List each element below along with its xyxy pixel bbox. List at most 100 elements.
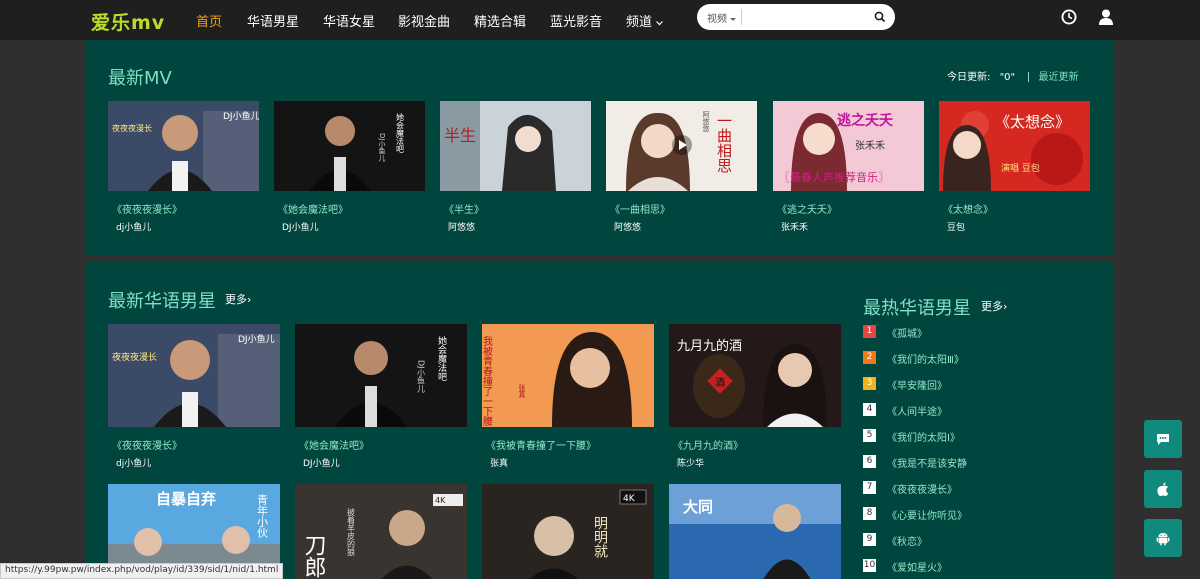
mv-title[interactable]: 《夜夜夜漫长》 xyxy=(112,201,182,216)
android-app-button[interactable] xyxy=(1144,519,1182,557)
thumb-text: 《太想念》 xyxy=(995,113,1070,131)
rank-item[interactable]: 2 《我们的太阳Ⅲ》 xyxy=(863,350,1083,366)
history-icon[interactable] xyxy=(1060,8,1078,26)
mv-artist[interactable]: DJ小鱼儿 xyxy=(303,456,340,469)
mv-title[interactable]: 《半生》 xyxy=(444,201,484,216)
rank-title[interactable]: 《心要让你听见》 xyxy=(887,507,967,522)
mv-artist[interactable]: 阿悠悠 xyxy=(614,220,641,233)
nav-bluray[interactable]: 蓝光影音 xyxy=(550,11,602,30)
rank-item[interactable]: 3 《早安隆回》 xyxy=(863,376,1083,392)
mv-title[interactable]: 《她会魔法吧》 xyxy=(299,437,369,452)
mv-thumbnail[interactable]: 4K 明明就 xyxy=(482,484,654,579)
rank-number: 9 xyxy=(863,533,876,546)
nav-female-stars[interactable]: 华语女星 xyxy=(323,11,375,30)
search-input[interactable] xyxy=(747,8,867,26)
search-icon[interactable] xyxy=(873,10,887,24)
mv-artist[interactable]: 陈少华 xyxy=(677,456,704,469)
today-update: 今日更新: "0" 最近更新 xyxy=(947,68,1079,83)
rank-item[interactable]: 10 《爱如星火》 xyxy=(863,558,1083,574)
nav-home[interactable]: 首页 xyxy=(196,11,222,30)
rank-number: 4 xyxy=(863,403,876,416)
hot-male-more-link[interactable]: 更多› xyxy=(981,298,1007,314)
mv-title[interactable]: 《她会魔法吧》 xyxy=(278,201,348,216)
mv-artist[interactable]: DJ小鱼儿 xyxy=(282,220,319,233)
mv-title[interactable]: 《夜夜夜漫长》 xyxy=(112,437,182,452)
rank-title[interactable]: 《爱如星火》 xyxy=(887,559,947,574)
mv-card[interactable]: 一曲相思 阿悠悠 《一曲相思》 阿悠悠 xyxy=(606,101,757,236)
mv-thumbnail[interactable]: 逃之夭夭 张禾禾 〖最春人声推荐音乐〗 xyxy=(773,101,924,191)
rank-number: 6 xyxy=(863,455,876,468)
rank-item[interactable]: 6 《我是不是该安静 xyxy=(863,454,1083,470)
mv-card[interactable]: 逃之夭夭 张禾禾 〖最春人声推荐音乐〗 《逃之夭夭》 张禾禾 xyxy=(773,101,924,236)
mv-title[interactable]: 《九月九的酒》 xyxy=(673,437,743,452)
nav-collections[interactable]: 精选合辑 xyxy=(474,11,526,30)
male-star-card[interactable]: 她会魔法吧 DJ小鱼儿 《她会魔法吧》 DJ小鱼儿 xyxy=(295,324,467,469)
rank-title[interactable]: 《我是不是该安静 xyxy=(887,455,967,470)
nav-male-stars[interactable]: 华语男星 xyxy=(247,11,299,30)
rank-title[interactable]: 《孤城》 xyxy=(887,325,927,340)
mv-thumbnail[interactable]: 九月九的酒 酒 xyxy=(669,324,841,427)
latest-mv-title: 最新MV xyxy=(108,68,172,89)
today-update-label: 今日更新: xyxy=(947,72,991,83)
mv-title[interactable]: 《太想念》 xyxy=(943,201,993,216)
male-star-card[interactable]: 我被青春撞了一下腰 张真 《我被青春撞了一下腰》 张真 xyxy=(482,324,654,469)
mv-thumbnail[interactable]: DJ小鱼儿 夜夜夜漫长 xyxy=(108,324,280,427)
mv-thumbnail[interactable]: 我被青春撞了一下腰 张真 xyxy=(482,324,654,427)
mv-thumbnail[interactable]: 她会魔法吧 DJ小鱼儿 xyxy=(274,101,425,191)
divider xyxy=(1028,72,1030,82)
mv-thumbnail[interactable]: 《太想念》 演唱 豆包 xyxy=(939,101,1090,191)
mv-card[interactable]: 半生 《半生》 阿悠悠 xyxy=(440,101,591,236)
thumb-subtext: 酒 xyxy=(715,377,725,389)
mv-card[interactable]: 《太想念》 演唱 豆包 《太想念》 豆包 xyxy=(939,101,1090,236)
mv-thumbnail[interactable]: 一曲相思 阿悠悠 xyxy=(606,101,757,191)
mv-artist[interactable]: 张禾禾 xyxy=(781,220,808,233)
mv-artist[interactable]: 阿悠悠 xyxy=(448,220,475,233)
mv-artist[interactable]: dj小鱼儿 xyxy=(116,220,151,233)
mv-thumbnail[interactable]: DJ小鱼儿 夜夜夜漫长 xyxy=(108,101,259,191)
mv-artist[interactable]: 张真 xyxy=(490,456,508,469)
thumb-subtext: 演唱 豆包 xyxy=(1001,162,1040,174)
nav-channels[interactable]: 频道 xyxy=(626,11,664,30)
mv-card[interactable]: DJ小鱼儿 夜夜夜漫长 《夜夜夜漫长》 dj小鱼儿 xyxy=(108,101,259,236)
rank-title[interactable]: 《早安隆回》 xyxy=(887,377,947,392)
rank-item[interactable]: 9 《秋恋》 xyxy=(863,532,1083,548)
site-logo[interactable]: 爱乐mv xyxy=(91,8,165,35)
mv-card[interactable]: 她会魔法吧 DJ小鱼儿 《她会魔法吧》 DJ小鱼儿 xyxy=(274,101,425,236)
mv-thumbnail[interactable]: 半生 xyxy=(440,101,591,191)
male-star-card[interactable]: 4K 明明就 xyxy=(482,484,654,579)
chat-button[interactable] xyxy=(1144,420,1182,458)
svg-text:4K: 4K xyxy=(435,496,446,505)
rank-title[interactable]: 《我们的太阳Ⅰ》 xyxy=(887,429,960,444)
recent-updates-link[interactable]: 最近更新 xyxy=(1039,72,1079,83)
more-label: 更多 xyxy=(981,300,1003,313)
male-star-card[interactable]: DJ小鱼儿 夜夜夜漫长 《夜夜夜漫长》 dj小鱼儿 xyxy=(108,324,280,469)
latest-mv-panel: 最新MV 今日更新: "0" 最近更新 DJ小鱼儿 夜夜夜漫长 《夜夜夜漫长》 … xyxy=(85,40,1113,255)
rank-title[interactable]: 《人间半途》 xyxy=(887,403,947,418)
mv-thumbnail[interactable]: 4K 刀郎 披着羊皮的狼 xyxy=(295,484,467,579)
rank-title[interactable]: 《夜夜夜漫长》 xyxy=(887,481,957,496)
male-star-card[interactable]: 九月九的酒 酒 《九月九的酒》 陈少华 xyxy=(669,324,841,469)
mv-title[interactable]: 《一曲相思》 xyxy=(610,201,670,216)
rank-item[interactable]: 5 《我们的太阳Ⅰ》 xyxy=(863,428,1083,444)
rank-item[interactable]: 8 《心要让你听见》 xyxy=(863,506,1083,522)
mv-thumbnail[interactable]: 大同 xyxy=(669,484,841,579)
nav-film-songs[interactable]: 影视金曲 xyxy=(398,11,450,30)
rank-title[interactable]: 《秋恋》 xyxy=(887,533,927,548)
male-stars-more-link[interactable]: 更多› xyxy=(225,291,251,307)
rank-item[interactable]: 7 《夜夜夜漫长》 xyxy=(863,480,1083,496)
mv-title[interactable]: 《逃之夭夭》 xyxy=(777,201,837,216)
user-icon[interactable] xyxy=(1097,8,1115,26)
male-star-card[interactable]: 大同 xyxy=(669,484,841,579)
rank-item[interactable]: 4 《人间半途》 xyxy=(863,402,1083,418)
thumb-text: 明明就 xyxy=(592,516,608,558)
ios-app-button[interactable] xyxy=(1144,470,1182,508)
rank-title[interactable]: 《我们的太阳Ⅲ》 xyxy=(887,351,964,366)
rank-item[interactable]: 1 《孤城》 xyxy=(863,324,1083,340)
mv-artist[interactable]: 豆包 xyxy=(947,220,965,233)
mv-thumbnail[interactable]: 她会魔法吧 DJ小鱼儿 xyxy=(295,324,467,427)
mv-artist[interactable]: dj小鱼儿 xyxy=(116,456,151,469)
male-star-card[interactable]: 4K 刀郎 披着羊皮的狼 xyxy=(295,484,467,579)
mv-title[interactable]: 《我被青春撞了一下腰》 xyxy=(486,437,596,452)
search-type-select[interactable]: 视频 xyxy=(707,10,737,25)
browser-status-url: https://y.99pw.pw/index.php/vod/play/id/… xyxy=(0,563,284,579)
